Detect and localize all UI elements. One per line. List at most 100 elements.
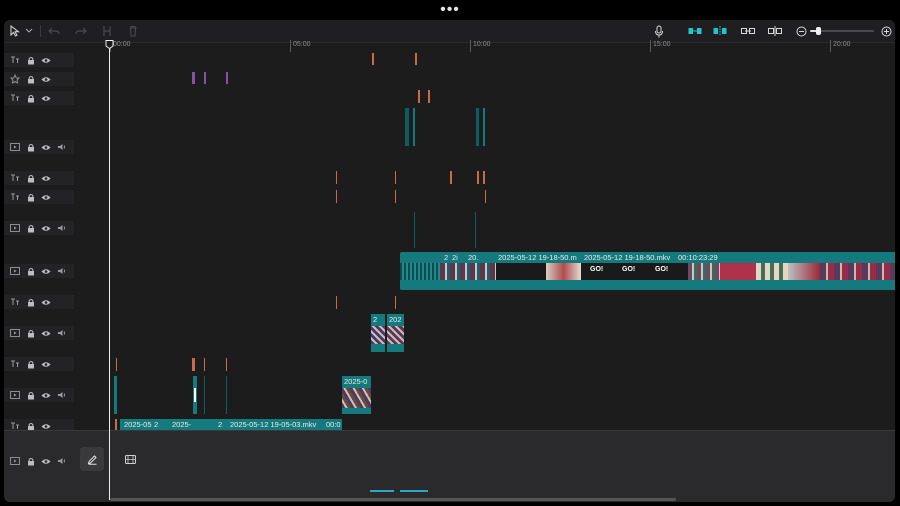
eye-icon[interactable] (41, 390, 51, 400)
clip-label-2: 2 (444, 253, 449, 262)
ruler-label-1: 05:00 (293, 41, 311, 48)
text-clip-marker[interactable] (483, 171, 485, 184)
text-clip-marker[interactable] (395, 296, 396, 309)
eye-icon[interactable] (41, 173, 51, 183)
video-clip-sliver[interactable] (413, 108, 415, 146)
eye-icon[interactable] (41, 192, 51, 202)
eye-icon[interactable] (41, 142, 51, 152)
eye-icon[interactable] (41, 55, 51, 65)
sticker-clip-marker[interactable] (226, 72, 228, 84)
link-icon (741, 28, 755, 34)
text-clip-marker[interactable] (395, 190, 396, 203)
text-clip-marker[interactable] (450, 171, 452, 184)
text-clip-marker[interactable] (336, 171, 337, 184)
speaker-icon[interactable] (57, 390, 67, 400)
time-ruler[interactable]: 00:00 05:00 10:00 15:00 20:00 (110, 40, 895, 52)
redo-button[interactable] (74, 23, 88, 39)
toolbar-divider (40, 25, 41, 37)
video-clip-sliver[interactable] (226, 376, 227, 414)
text-clip-marker[interactable] (395, 171, 396, 184)
main-track-magnet-toggle[interactable] (687, 23, 703, 39)
text-clip-marker[interactable] (336, 296, 337, 309)
video-clip-highlight (194, 388, 196, 402)
speaker-icon[interactable] (57, 142, 67, 152)
zoom-slider[interactable] (810, 23, 874, 39)
horizontal-scrollbar[interactable] (110, 498, 676, 501)
video-clip-sliver[interactable] (114, 376, 117, 414)
lock-icon[interactable] (26, 93, 36, 103)
eye-icon[interactable] (41, 266, 51, 276)
video-clip-sliver[interactable] (483, 108, 485, 146)
eye-icon[interactable] (41, 223, 51, 233)
speaker-icon[interactable] (57, 456, 67, 466)
small-video-clip[interactable]: 2 (371, 314, 385, 352)
track-header-text-3 (4, 171, 74, 185)
lock-icon[interactable] (26, 173, 36, 183)
edit-cover-button[interactable] (80, 447, 104, 471)
text-clip-marker[interactable] (116, 358, 117, 371)
small-video-clip[interactable]: 2025-0 (342, 376, 371, 414)
auto-snap-toggle[interactable] (712, 23, 728, 39)
lock-icon[interactable] (26, 266, 36, 276)
text-clip-marker[interactable] (192, 358, 195, 371)
lock-icon[interactable] (26, 192, 36, 202)
select-tool-dropdown[interactable] (24, 23, 34, 39)
lock-icon[interactable] (26, 223, 36, 233)
speaker-icon[interactable] (57, 266, 67, 276)
lock-icon[interactable] (26, 328, 36, 338)
main-video-clip[interactable]: 2 2i 20. 2025-05-12 19-18-50.m 2025-05-1… (400, 252, 895, 290)
small-video-clip[interactable]: 202 (387, 314, 404, 352)
select-tool-button[interactable] (8, 23, 22, 39)
text-clip-marker[interactable] (477, 171, 479, 184)
video-clip-sliver[interactable] (405, 108, 409, 146)
video-clip-sliver[interactable] (475, 212, 476, 248)
thumbnail-frames (371, 326, 385, 344)
eye-icon[interactable] (41, 456, 51, 466)
sticker-clip-marker[interactable] (192, 72, 195, 84)
video-clip-sliver[interactable] (204, 376, 205, 414)
lock-icon[interactable] (26, 359, 36, 369)
preview-axis-toggle[interactable] (767, 23, 783, 39)
eye-icon[interactable] (41, 328, 51, 338)
linkage-toggle[interactable] (740, 23, 756, 39)
window-drag-handle[interactable]: ••• (0, 0, 900, 20)
eye-icon[interactable] (41, 93, 51, 103)
bottom-video-clip[interactable]: 2025-05 2 2025- 2 2025-05-12 19-05-03.mk… (120, 419, 342, 430)
track-area[interactable]: 2 2i 20. 2025-05-12 19-18-50.m 2025-05-1… (110, 52, 895, 432)
playhead-handle[interactable] (105, 40, 114, 49)
text-clip-marker[interactable] (418, 90, 420, 103)
split-button[interactable] (100, 23, 114, 39)
zoom-slider-knob[interactable] (815, 27, 821, 35)
filmstrip-button[interactable] (124, 453, 136, 465)
lock-icon[interactable] (26, 74, 36, 84)
text-clip-marker[interactable] (204, 358, 205, 371)
eye-icon[interactable] (41, 359, 51, 369)
record-voiceover-button[interactable] (652, 23, 666, 39)
text-clip-marker[interactable] (428, 90, 430, 103)
lock-icon[interactable] (26, 456, 36, 466)
text-clip-marker[interactable] (336, 190, 337, 203)
eye-icon[interactable] (41, 74, 51, 84)
delete-button[interactable] (126, 23, 140, 39)
text-clip-marker[interactable] (415, 53, 417, 65)
video-clip-sliver[interactable] (414, 212, 415, 248)
clip-label: 202 (389, 315, 402, 324)
zoom-out-button[interactable] (795, 23, 807, 39)
lock-icon[interactable] (26, 142, 36, 152)
playhead-line[interactable] (109, 42, 110, 500)
eye-icon[interactable] (41, 297, 51, 307)
speaker-icon[interactable] (57, 223, 67, 233)
clip-label: 2025-05 (124, 420, 152, 429)
undo-button[interactable] (47, 23, 61, 39)
lock-icon[interactable] (26, 390, 36, 400)
video-clip-sliver[interactable] (476, 108, 479, 146)
thumbnail-frames (788, 263, 820, 280)
text-clip-marker[interactable] (485, 190, 486, 203)
text-clip-marker[interactable] (226, 358, 227, 371)
lock-icon[interactable] (26, 297, 36, 307)
sticker-clip-marker[interactable] (204, 72, 206, 84)
text-clip-marker[interactable] (372, 53, 374, 65)
speaker-icon[interactable] (57, 328, 67, 338)
lock-icon[interactable] (26, 55, 36, 65)
zoom-in-button[interactable] (880, 23, 892, 39)
